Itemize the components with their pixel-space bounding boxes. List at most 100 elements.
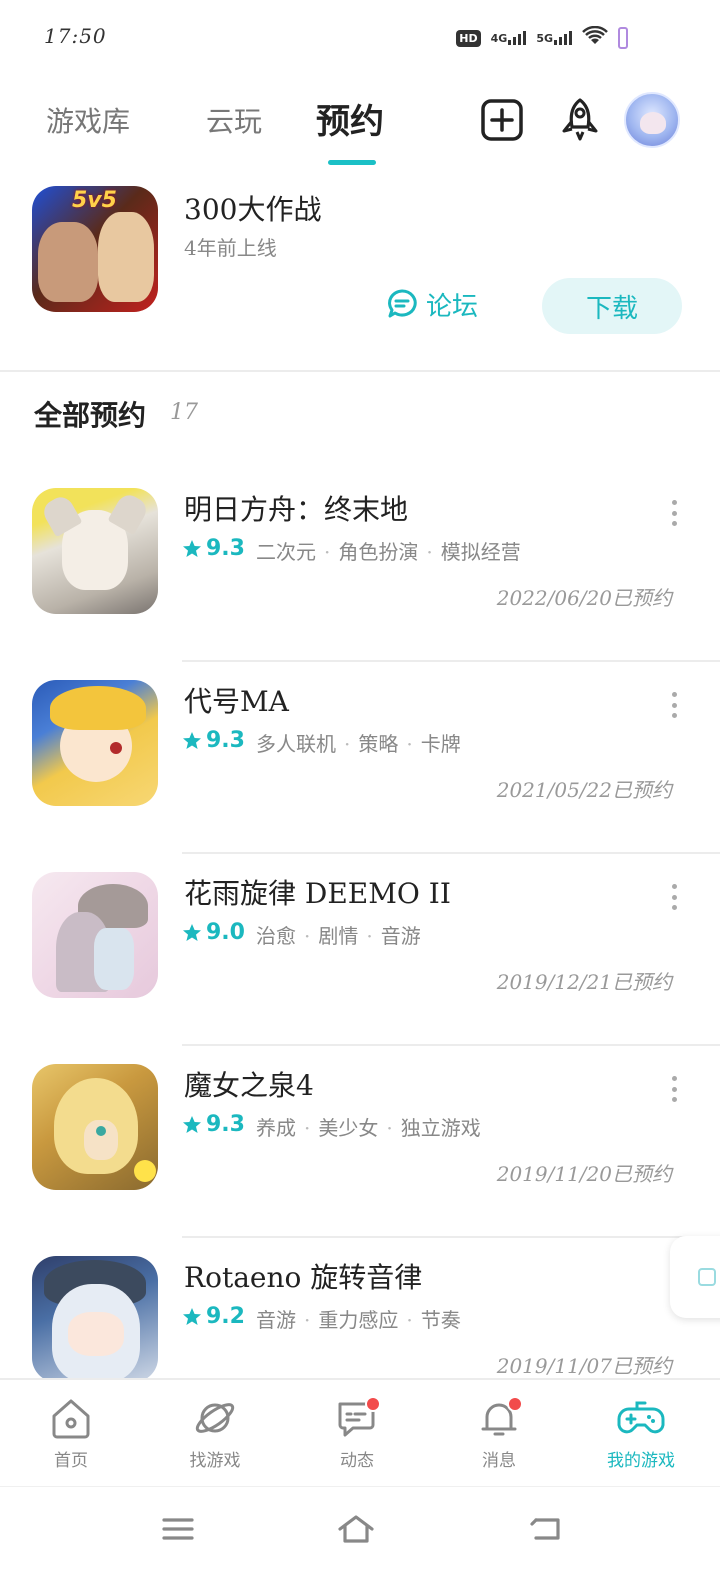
more-options-button[interactable]	[664, 882, 684, 912]
tag: 音游	[256, 1308, 296, 1332]
rating-value: 9.3	[206, 1112, 245, 1137]
game-icon[interactable]	[32, 872, 158, 998]
game-tags: 音游 · 重力感应 · 节奏	[256, 1308, 461, 1332]
nav-messages-label: 消息	[482, 1451, 516, 1471]
featured-game-icon[interactable]: 5v5	[32, 186, 158, 312]
nav-my-games-label: 我的游戏	[607, 1451, 675, 1471]
bottom-nav: 首页 找游戏 动态 消息 我的游戏	[0, 1378, 720, 1484]
list-item[interactable]: 魔女之泉4 9.3 养成 · 美少女 · 独立游戏 2019/11/20已预约	[0, 1046, 720, 1238]
nav-moments[interactable]: 动态	[302, 1396, 412, 1471]
game-icon[interactable]	[32, 680, 158, 806]
nav-home-label: 首页	[54, 1451, 88, 1471]
speed-up-button[interactable]	[556, 96, 604, 144]
tag: 模拟经营	[440, 540, 521, 564]
list-item[interactable]: 明日方舟：终末地 9.3 二次元 · 角色扮演 · 模拟经营 2022/06/20已预约	[0, 470, 720, 662]
status-bar: 17:50 HD 4G 5G	[0, 0, 720, 72]
reserve-date: 2019/11/07已预约	[496, 1354, 672, 1378]
more-options-button[interactable]	[664, 1074, 684, 1104]
game-rating: 9.3	[182, 728, 245, 753]
game-name: 花雨旋律 DEEMO II	[184, 877, 451, 910]
tag: 二次元	[256, 540, 316, 564]
game-tags: 多人联机 · 策略 · 卡牌	[256, 732, 461, 756]
tag: 音游	[380, 924, 421, 948]
download-manager-icon	[698, 1268, 716, 1286]
reserve-date: 2019/12/21已预约	[496, 970, 672, 994]
tag: 治愈	[256, 924, 296, 948]
top-tabs: 游戏库 云玩 预约	[0, 80, 720, 170]
menu-icon	[162, 1518, 194, 1540]
section-divider	[0, 370, 720, 372]
section-title: 全部预约	[34, 399, 147, 432]
tag: 养成	[256, 1116, 296, 1140]
active-tab-indicator	[328, 160, 376, 165]
tag: 卡牌	[420, 732, 461, 756]
tag: 独立游戏	[400, 1116, 481, 1140]
tab-reserve[interactable]: 预约	[316, 94, 384, 143]
nav-moments-label: 动态	[340, 1451, 374, 1471]
download-button[interactable]: 下载	[542, 278, 682, 334]
game-name: 代号MA	[184, 685, 289, 718]
hd-icon: HD	[456, 29, 481, 47]
tab-game-library[interactable]: 游戏库	[46, 100, 130, 140]
featured-game-subtitle: 4年前上线	[184, 236, 277, 260]
rating-value: 9.3	[206, 536, 245, 561]
game-icon[interactable]	[32, 1064, 158, 1190]
list-item[interactable]: 代号MA 9.3 多人联机 · 策略 · 卡牌 2021/05/22已预约	[0, 662, 720, 854]
bell-icon	[475, 1396, 523, 1440]
game-tags: 治愈 · 剧情 · 音游	[256, 924, 421, 948]
tag: 节奏	[420, 1308, 461, 1332]
game-rating: 9.3	[182, 536, 245, 561]
rocket-icon	[562, 98, 598, 141]
battery-icon	[618, 27, 628, 49]
nav-home[interactable]: 首页	[16, 1396, 126, 1471]
featured-game-title: 300大作战	[184, 193, 322, 226]
featured-game-card[interactable]: 5v5 300大作战 4年前上线 论坛 下载	[0, 180, 720, 370]
game-rating: 9.0	[182, 920, 245, 945]
recent-apps-button[interactable]	[154, 1509, 202, 1549]
wifi-icon	[582, 25, 608, 50]
game-icon[interactable]	[32, 488, 158, 614]
star-icon	[183, 1307, 201, 1325]
star-icon	[183, 731, 201, 749]
signal-4g-icon: 4G	[491, 31, 527, 45]
system-back-button[interactable]	[522, 1509, 570, 1549]
tag: 重力感应	[318, 1308, 399, 1332]
chat-bubble-icon	[333, 1396, 381, 1440]
game-name: Rotaeno 旋转音律	[184, 1261, 423, 1294]
nav-find-games[interactable]: 找游戏	[160, 1396, 270, 1471]
user-avatar[interactable]	[624, 92, 680, 148]
reserve-date: 2021/05/22已预约	[496, 778, 672, 802]
system-home-button[interactable]	[332, 1509, 380, 1549]
floating-download-tab[interactable]	[670, 1236, 720, 1318]
forum-label: 论坛	[426, 291, 479, 322]
featured-game-badge: 5v5	[72, 188, 117, 213]
reserve-date: 2022/06/20已预约	[496, 586, 672, 610]
add-game-button[interactable]	[478, 96, 526, 144]
moments-badge	[365, 1396, 381, 1412]
more-options-button[interactable]	[664, 690, 684, 720]
reserve-date: 2019/11/20已预约	[496, 1162, 672, 1186]
forum-button[interactable]: 论坛	[386, 286, 478, 322]
net-5g-label: 5G	[536, 32, 553, 45]
section-count: 17	[170, 400, 198, 425]
home-icon	[47, 1396, 95, 1440]
nav-messages[interactable]: 消息	[444, 1396, 554, 1471]
status-time: 17:50	[44, 24, 107, 48]
rating-value: 9.3	[206, 728, 245, 753]
more-options-button[interactable]	[664, 498, 684, 528]
tag: 剧情	[318, 924, 359, 948]
forum-icon	[388, 289, 417, 318]
nav-my-games[interactable]: 我的游戏	[586, 1396, 696, 1471]
game-name: 魔女之泉4	[184, 1069, 314, 1102]
tag: 多人联机	[256, 732, 336, 756]
nav-find-games-label: 找游戏	[189, 1451, 241, 1471]
game-tags: 二次元 · 角色扮演 · 模拟经营	[256, 540, 521, 564]
list-item[interactable]: 花雨旋律 DEEMO II 9.0 治愈 · 剧情 · 音游 2019/12/21已预约	[0, 854, 720, 1046]
plus-square-icon	[481, 99, 523, 141]
tag: 美少女	[318, 1116, 379, 1140]
tab-cloud-play[interactable]: 云玩	[206, 100, 262, 140]
status-icons: HD 4G 5G	[456, 24, 628, 52]
game-icon[interactable]	[32, 1256, 158, 1382]
back-icon	[530, 1518, 560, 1540]
system-nav-bar	[0, 1486, 720, 1584]
